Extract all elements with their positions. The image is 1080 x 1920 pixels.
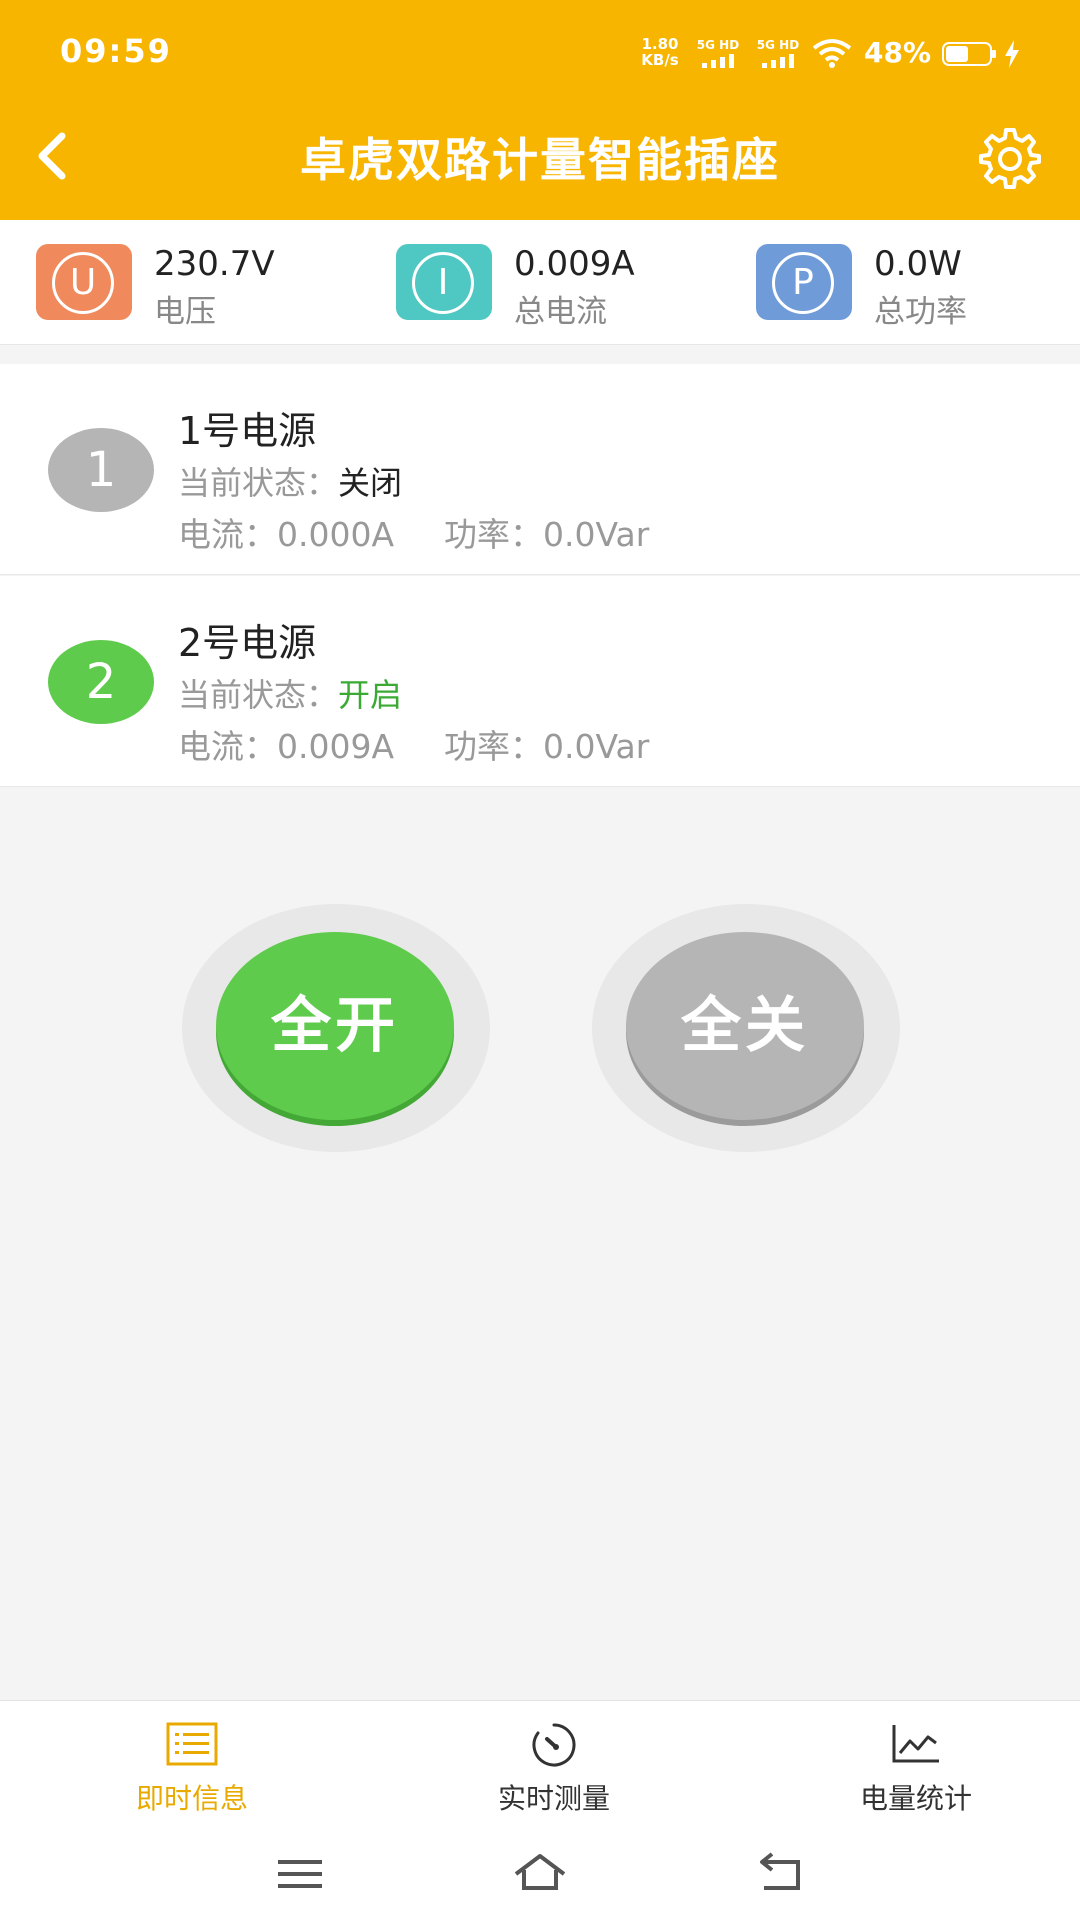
channel-readings: 电流：0.009A 功率：0.0Var (178, 727, 650, 766)
metric-current: I 0.009A 总电流 (396, 244, 736, 330)
gauge-icon (532, 1723, 576, 1767)
channel-state: 当前状态：开启 (178, 676, 403, 714)
back-nav-icon[interactable] (750, 1844, 810, 1904)
home-icon[interactable] (510, 1844, 570, 1904)
all-on-button[interactable]: 全开 (216, 932, 454, 1120)
channel-2-badge[interactable]: 2 (48, 640, 154, 724)
nav-item-energy-stats[interactable]: 电量统计 (796, 1721, 1036, 1821)
channel-current: 0.000A (277, 515, 395, 554)
channel-name: 1号电源 (178, 409, 317, 453)
power-icon: P (756, 244, 852, 320)
metric-value: 0.0W (874, 244, 962, 284)
channel-state-value: 关闭 (338, 464, 403, 502)
channel-name: 2号电源 (178, 621, 317, 665)
nav-item-realtime-measure[interactable]: 实时测量 (434, 1721, 674, 1821)
network-speed: 1.80 KB/s (641, 35, 679, 69)
status-time: 09:59 (60, 32, 172, 70)
all-off-button-frame: 全关 (592, 904, 900, 1152)
all-off-button[interactable]: 全关 (626, 932, 864, 1120)
metric-value: 0.009A (514, 244, 635, 284)
metric-label: 电压 (154, 294, 216, 330)
channel-readings: 电流：0.000A 功率：0.0Var (178, 515, 650, 554)
page-title: 卓虎双路计量智能插座 (300, 133, 780, 187)
bottom-nav: 即时信息 实时测量 电量统计 (0, 1700, 1080, 1831)
list-icon (166, 1722, 218, 1766)
channel-state-value: 开启 (338, 676, 403, 714)
nav-item-instant-info[interactable]: 即时信息 (72, 1721, 312, 1821)
signal-icon-sim1: 5G HD (692, 38, 744, 68)
metric-value: 230.7V (154, 244, 275, 284)
current-icon: I (396, 244, 492, 320)
menu-icon[interactable] (270, 1844, 330, 1904)
voltage-icon: U (36, 244, 132, 320)
all-on-button-frame: 全开 (182, 904, 490, 1152)
back-icon[interactable] (28, 126, 78, 186)
line-chart-icon (892, 1725, 939, 1763)
channel-2-row[interactable]: 2 2号电源 当前状态：开启 电流：0.009A 功率：0.0Var (0, 576, 1080, 787)
channel-power: 0.0Var (543, 515, 650, 554)
battery-percent: 48% (864, 36, 932, 69)
metric-label: 总电流 (514, 294, 607, 330)
metric-power: P 0.0W 总功率 (756, 244, 1080, 330)
wifi-icon (812, 39, 852, 68)
metric-label: 总功率 (874, 294, 967, 330)
app-header: 09:59 1.80 KB/s 5G HD 5G HD 48% 卓虎双路计量智能… (0, 0, 1080, 220)
signal-icon-sim2: 5G HD (752, 38, 804, 68)
battery-icon (942, 42, 996, 66)
metric-voltage: U 230.7V 电压 (36, 244, 376, 330)
metrics-bar: U 230.7V 电压 I 0.009A 总电流 P 0.0W 总功率 (0, 220, 1080, 345)
channel-1-row[interactable]: 1 1号电源 当前状态：关闭 电流：0.000A 功率：0.0Var (0, 364, 1080, 575)
channel-1-badge[interactable]: 1 (48, 428, 154, 512)
channel-current: 0.009A (277, 727, 395, 766)
channel-state: 当前状态：关闭 (178, 464, 403, 502)
system-nav-bar (0, 1830, 1080, 1920)
channel-power: 0.0Var (543, 727, 650, 766)
status-bar: 09:59 1.80 KB/s 5G HD 5G HD 48% (0, 0, 1080, 100)
charging-icon (1005, 40, 1019, 68)
gear-icon[interactable] (978, 126, 1042, 190)
